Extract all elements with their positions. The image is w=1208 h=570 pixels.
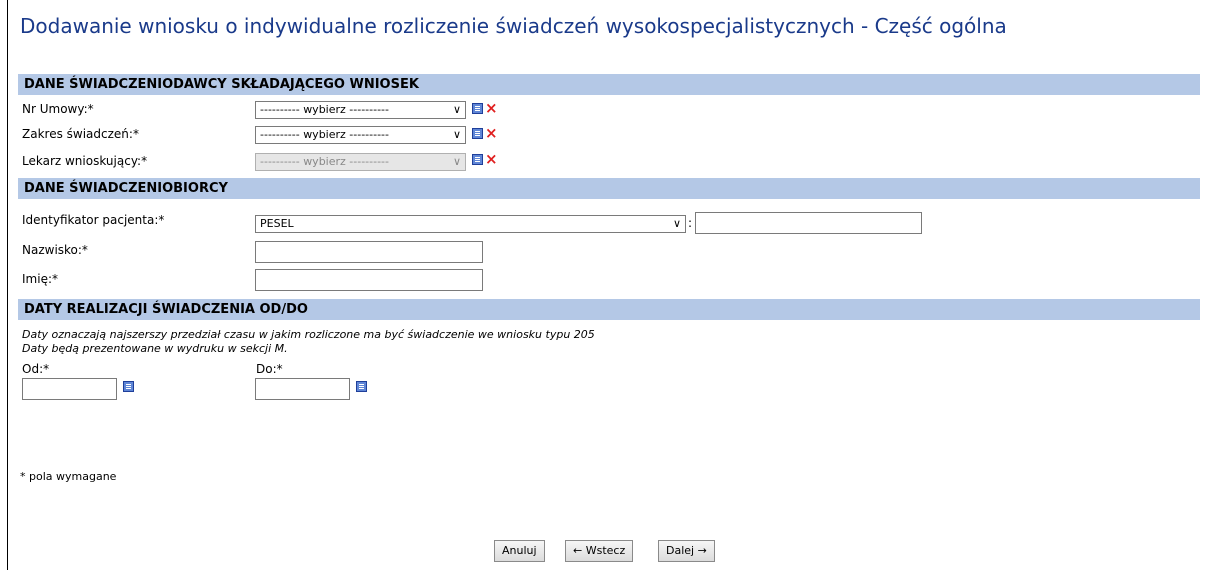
page-title: Dodawanie wniosku o indywidualne rozlicz… (20, 14, 1007, 38)
required-fields-note: * pola wymagane (20, 470, 117, 483)
date-to-input[interactable] (255, 378, 350, 400)
dates-note-1: Daty oznaczają najszerszy przedział czas… (22, 328, 595, 341)
service-scope-select[interactable]: ---------- wybierz ---------- ∨ (255, 126, 466, 144)
contract-number-value: ---------- wybierz ---------- (260, 103, 389, 116)
contract-number-select[interactable]: ---------- wybierz ---------- ∨ (255, 101, 466, 119)
chevron-down-icon: ∨ (452, 103, 461, 116)
surname-label: Nazwisko:* (22, 243, 88, 257)
chevron-down-icon: ∨ (452, 155, 461, 168)
contract-number-label: Nr Umowy:* (22, 102, 94, 116)
requesting-doctor-select[interactable]: ---------- wybierz ---------- ∨ (255, 153, 466, 171)
list-icon[interactable] (472, 154, 483, 165)
list-icon[interactable] (472, 128, 483, 139)
left-border (7, 0, 8, 570)
list-icon[interactable] (472, 103, 483, 114)
firstname-label: Imię:* (22, 272, 58, 286)
requesting-doctor-label: Lekarz wnioskujący:* (22, 154, 148, 168)
calendar-icon[interactable] (123, 381, 134, 392)
next-button[interactable]: Dalej → (658, 540, 715, 562)
chevron-down-icon: ∨ (672, 217, 681, 230)
service-scope-value: ---------- wybierz ---------- (260, 128, 389, 141)
requesting-doctor-value: ---------- wybierz ---------- (260, 155, 389, 168)
patient-id-type-select[interactable]: PESEL ∨ (255, 215, 686, 233)
patient-id-type-value: PESEL (260, 217, 294, 230)
date-from-input[interactable] (22, 378, 117, 400)
patient-id-label: Identyfikator pacjenta:* (22, 213, 165, 227)
section-header-provider: DANE ŚWIADCZENIODAWCY SKŁADAJĄCEGO WNIOS… (18, 74, 1200, 95)
service-scope-label: Zakres świadczeń:* (22, 127, 139, 141)
calendar-icon[interactable] (356, 381, 367, 392)
chevron-down-icon: ∨ (452, 128, 461, 141)
clear-icon[interactable]: × (485, 126, 498, 141)
clear-icon[interactable]: × (485, 152, 498, 167)
back-button[interactable]: ← Wstecz (565, 540, 634, 562)
section-header-dates: DATY REALIZACJI ŚWIADCZENIA OD/DO (18, 299, 1200, 320)
clear-icon[interactable]: × (485, 101, 498, 116)
colon-separator: : (688, 216, 693, 230)
firstname-input[interactable] (255, 269, 483, 291)
patient-id-input[interactable] (695, 212, 922, 234)
section-header-patient: DANE ŚWIADCZENIOBIORCY (18, 178, 1200, 199)
date-from-label: Od:* (22, 362, 50, 376)
cancel-button[interactable]: Anuluj (494, 540, 545, 562)
dates-note-2: Daty będą prezentowane w wydruku w sekcj… (22, 342, 288, 355)
date-to-label: Do:* (256, 362, 283, 376)
surname-input[interactable] (255, 241, 483, 263)
